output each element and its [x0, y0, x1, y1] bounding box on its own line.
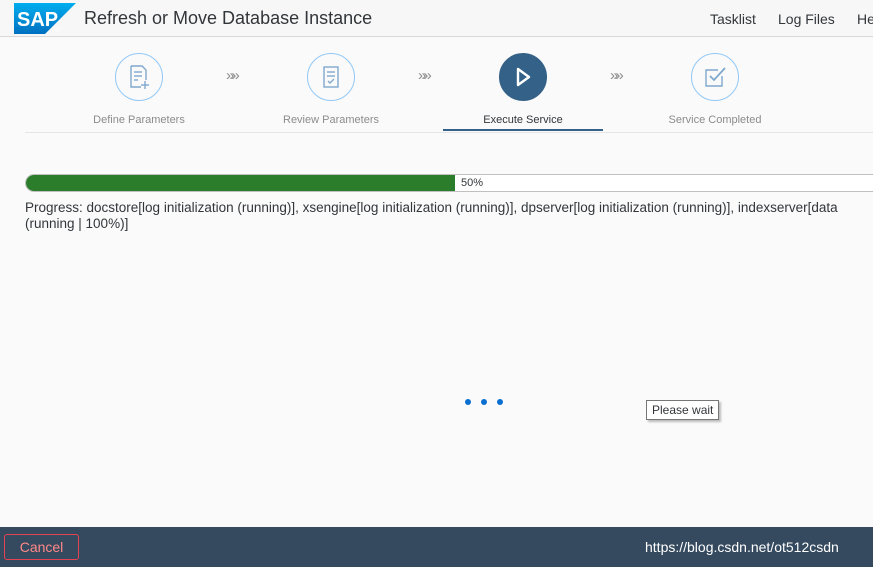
- step-label: Define Parameters: [93, 114, 185, 126]
- document-review-icon: [307, 53, 355, 101]
- step-label: Execute Service: [483, 114, 563, 126]
- progress-fill: [26, 175, 455, 191]
- wizard-step-execute-service[interactable]: Execute Service: [443, 53, 603, 126]
- busy-dot: [465, 399, 471, 405]
- step-separator-icon: »»: [226, 67, 240, 84]
- busy-dot: [497, 399, 503, 405]
- step-separator-icon: »»: [610, 67, 624, 84]
- svg-text:®: ®: [55, 26, 61, 34]
- nav-help-link[interactable]: He: [857, 11, 873, 27]
- busy-indicator: [465, 392, 513, 405]
- document-add-icon: [115, 53, 163, 101]
- progress-percent: 50%: [461, 177, 484, 189]
- nav-tasklist-link[interactable]: Tasklist: [710, 11, 756, 27]
- wizard-step-review-parameters[interactable]: Review Parameters: [251, 53, 411, 126]
- step-separator-icon: »»: [418, 67, 432, 84]
- svg-text:SAP: SAP: [17, 9, 58, 31]
- watermark-url: https://blog.csdn.net/ot512csdn: [645, 539, 839, 555]
- progress-bar: 50%: [25, 174, 873, 192]
- wizard-step-service-completed[interactable]: Service Completed: [635, 53, 795, 126]
- wizard-step-define-parameters[interactable]: Define Parameters: [59, 53, 219, 126]
- play-icon: [499, 53, 547, 101]
- wizard-steps: Define Parameters »» Review Parameters »…: [0, 37, 873, 134]
- app-title: Refresh or Move Database Instance: [84, 8, 373, 28]
- sap-logo: SAP ®: [14, 3, 76, 34]
- please-wait-tooltip: Please wait: [646, 400, 720, 420]
- progress-message: Progress: docstore[log initialization (r…: [25, 200, 838, 231]
- footer-toolbar: Cancel https://blog.csdn.net/ot512csdn: [0, 527, 873, 567]
- step-label: Review Parameters: [283, 114, 379, 126]
- busy-dot: [481, 399, 487, 405]
- nav-log-files-link[interactable]: Log Files: [778, 11, 835, 27]
- cancel-button[interactable]: Cancel: [4, 534, 79, 560]
- wizard-divider: [25, 132, 873, 133]
- step-label: Service Completed: [668, 114, 762, 126]
- shell-header: SAP ® Refresh or Move Database Instance …: [0, 0, 873, 37]
- active-step-indicator: [443, 129, 603, 131]
- checkbox-check-icon: [691, 53, 739, 101]
